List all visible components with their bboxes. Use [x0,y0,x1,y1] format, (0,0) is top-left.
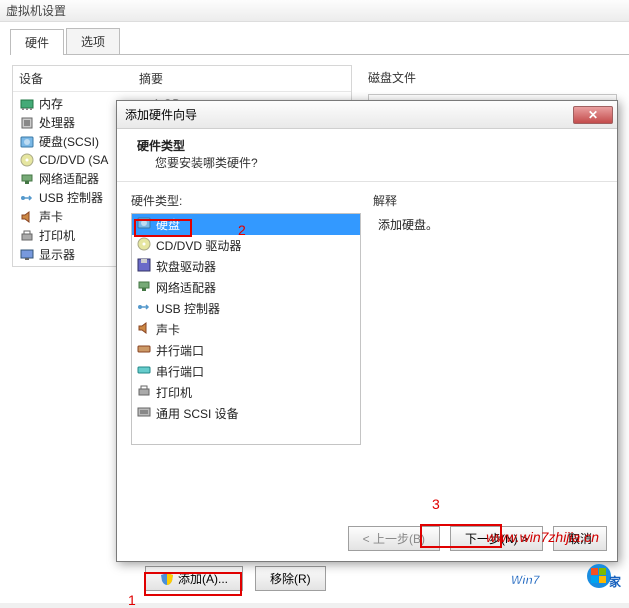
shield-icon [160,572,174,586]
annotation-num-1: 1 [128,592,136,608]
cd-icon [136,236,152,255]
disk-icon [136,215,152,234]
next-button[interactable]: 下一步(N) > [450,526,543,551]
wizard-title: 添加硬件向导 [125,106,197,123]
disk-icon [19,134,35,150]
hardware-type-label: 并行端口 [156,342,204,359]
tabs: 硬件 选项 [10,28,629,55]
usb-icon [136,299,152,318]
hardware-type-label: 打印机 [156,384,192,401]
hardware-type-item[interactable]: 串行端口 [132,361,360,382]
wizard-head-sub: 您要安装哪类硬件? [137,154,597,171]
hardware-type-label: 硬件类型: [131,190,361,213]
hardware-type-item[interactable]: 软盘驱动器 [132,256,360,277]
memory-icon [19,96,35,112]
hardware-type-label: 硬盘 [156,216,180,233]
hardware-type-item[interactable]: 网络适配器 [132,277,360,298]
hardware-type-item[interactable]: 声卡 [132,319,360,340]
floppy-icon [136,257,152,276]
add-hardware-wizard: 添加硬件向导 ✕ 硬件类型 您要安装哪类硬件? 硬件类型: 硬盘 CD/DVD 驱… [116,100,618,562]
printer-icon [19,228,35,244]
net-icon [136,278,152,297]
hardware-type-label: 串行端口 [156,363,204,380]
hardware-type-label: 通用 SCSI 设备 [156,405,239,422]
remove-button-label: 移除(R) [270,570,311,587]
remove-button[interactable]: 移除(R) [255,566,326,591]
hardware-type-item[interactable]: USB 控制器 [132,298,360,319]
hardware-type-label: 软盘驱动器 [156,258,216,275]
hardware-type-list[interactable]: 硬盘 CD/DVD 驱动器软盘驱动器网络适配器 USB 控制器声卡并行端口串行端口打… [131,213,361,445]
scsi-icon [136,404,152,423]
annotation-num-2: 2 [238,222,246,238]
svg-text:Win7: Win7 [511,573,541,587]
add-button-label: 添加(A)... [178,570,228,587]
cpu-icon [19,115,35,131]
hardware-type-label: 网络适配器 [156,279,216,296]
annotation-num-3: 3 [432,496,440,512]
explain-text: 添加硬盘。 [373,213,603,445]
cd-icon [19,152,35,168]
cancel-button[interactable]: 取消 [553,526,607,551]
tab-hardware[interactable]: 硬件 [10,29,64,55]
add-button[interactable]: 添加(A)... [145,566,243,591]
hardware-type-item[interactable]: 打印机 [132,382,360,403]
hardware-type-item[interactable]: 硬盘 [132,214,360,235]
net-icon [19,171,35,187]
hardware-type-item[interactable]: CD/DVD 驱动器 [132,235,360,256]
svg-text:家: 家 [609,574,621,589]
wizard-head-title: 硬件类型 [137,137,597,154]
sound-icon [19,209,35,225]
hardware-type-label: 声卡 [156,321,180,338]
serial-icon [136,362,152,381]
explain-label: 解释 [373,190,603,213]
hardware-type-item[interactable]: 并行端口 [132,340,360,361]
col-device: 设备 [19,70,139,87]
col-summary: 摘要 [139,70,163,87]
parallel-icon [136,341,152,360]
back-button: < 上一步(B) [348,526,440,551]
hardware-type-label: USB 控制器 [156,300,220,317]
win7-logo: Win7 家 [511,560,621,597]
close-button[interactable]: ✕ [573,106,613,124]
usb-icon [19,190,35,206]
display-icon [19,247,35,263]
disk-file-label: 磁盘文件 [368,65,617,90]
parent-window-title: 虚拟机设置 [0,0,629,22]
hardware-type-label: CD/DVD 驱动器 [156,237,241,254]
hardware-type-item[interactable]: 通用 SCSI 设备 [132,403,360,424]
sound-icon [136,320,152,339]
tab-options[interactable]: 选项 [66,28,120,54]
printer-icon [136,383,152,402]
